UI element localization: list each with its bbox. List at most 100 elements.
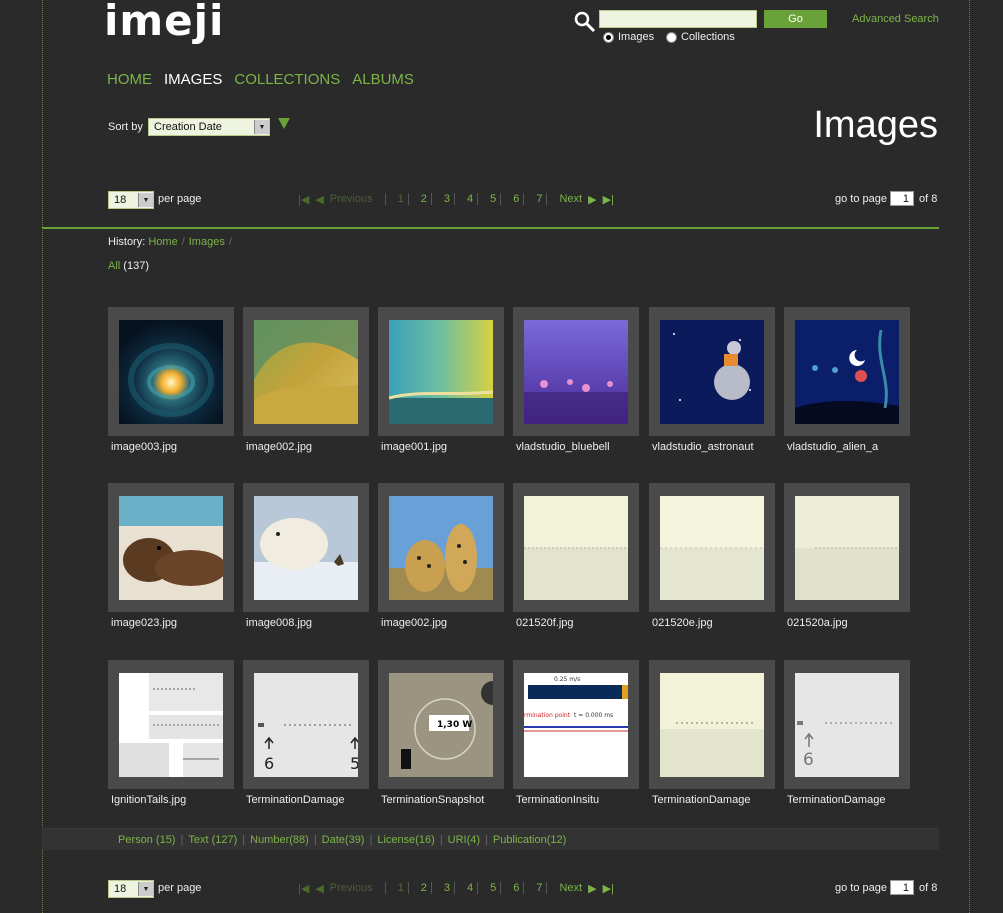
image-caption[interactable]: image023.jpg (111, 617, 237, 629)
breadcrumb-images[interactable]: Images (189, 236, 225, 248)
image-thumbnail[interactable] (108, 483, 234, 612)
goto-page-input[interactable]: 1 (890, 880, 914, 895)
page-link[interactable]: 5 (490, 882, 496, 894)
radio-images-button[interactable] (603, 31, 614, 43)
search-input[interactable] (599, 10, 757, 28)
divider (477, 882, 479, 894)
page-link[interactable]: 6 (513, 882, 519, 894)
page-link[interactable]: 3 (444, 882, 450, 894)
facet-publication[interactable]: Publication(12) (493, 834, 566, 846)
page-link[interactable]: 3 (444, 193, 450, 205)
image-caption[interactable]: TerminationSnapshot (381, 794, 507, 806)
image-thumbnail[interactable] (649, 660, 775, 789)
image-caption[interactable]: IgnitionTails.jpg (111, 794, 237, 806)
advanced-search-link[interactable]: Advanced Search (852, 13, 939, 25)
first-page-icon[interactable]: |◀ (298, 193, 309, 206)
image-thumbnail[interactable]: 0.25 m/s rmination point t = 0.000 ms (513, 660, 639, 789)
sort-select[interactable]: Creation Date ▼ (148, 118, 270, 136)
image-thumbnail[interactable] (649, 483, 775, 612)
nav-collections[interactable]: COLLECTIONS (234, 71, 340, 88)
page-link[interactable]: 5 (490, 193, 496, 205)
image-thumbnail[interactable] (784, 307, 910, 436)
image-thumbnail[interactable] (378, 483, 504, 612)
last-page-icon[interactable]: ▶| (603, 882, 614, 895)
facet-date[interactable]: Date(39) (322, 834, 365, 846)
chevron-down-icon[interactable]: ▼ (138, 193, 153, 207)
first-page-icon[interactable]: |◀ (298, 882, 309, 895)
image-caption[interactable]: image008.jpg (246, 617, 372, 629)
image-caption[interactable]: 021520a.jpg (787, 617, 913, 629)
per-page-select[interactable]: 18 ▼ (108, 191, 154, 209)
page-link[interactable]: 1 (398, 193, 404, 205)
image-thumbnail[interactable] (243, 307, 369, 436)
page-link[interactable]: 2 (421, 193, 427, 205)
filter-all-link[interactable]: All (108, 260, 120, 272)
page-link[interactable]: 7 (536, 882, 542, 894)
nav-images[interactable]: IMAGES (164, 71, 222, 88)
image-caption[interactable]: image002.jpg (246, 441, 372, 453)
image-caption[interactable]: 021520f.jpg (516, 617, 642, 629)
image-thumbnail[interactable] (243, 483, 369, 612)
image-caption[interactable]: vladstudio_astronaut (652, 441, 778, 453)
goto-page-input[interactable]: 1 (890, 191, 914, 206)
image-caption[interactable]: image002.jpg (381, 617, 507, 629)
image-thumbnail[interactable] (108, 307, 234, 436)
image-caption[interactable]: vladstudio_bluebell (516, 441, 642, 453)
image-caption[interactable]: TerminationInsitu (516, 794, 642, 806)
nav-home[interactable]: HOME (107, 71, 152, 88)
page-link[interactable]: 4 (467, 882, 473, 894)
facet-license[interactable]: License(16) (377, 834, 434, 846)
image-thumbnail[interactable]: 6 5 (243, 660, 369, 789)
go-button[interactable]: Go (764, 10, 827, 28)
page-title: Images (813, 104, 938, 146)
divider (523, 193, 525, 205)
prev-page-icon[interactable]: ◀ (315, 193, 323, 206)
image-caption[interactable]: image001.jpg (381, 441, 507, 453)
page-link[interactable]: 2 (421, 882, 427, 894)
last-page-icon[interactable]: ▶| (603, 193, 614, 206)
next-page-icon[interactable]: ▶ (588, 882, 596, 895)
image-caption[interactable]: TerminationDamage (787, 794, 913, 806)
page-link[interactable]: 7 (536, 193, 542, 205)
next-link[interactable]: Next (559, 882, 582, 894)
page-link[interactable]: 1 (398, 882, 404, 894)
sort-order-icon[interactable] (278, 118, 290, 129)
facet-uri[interactable]: URI(4) (448, 834, 480, 846)
previous-link[interactable]: Previous (330, 882, 373, 894)
chevron-down-icon[interactable]: ▼ (138, 882, 153, 896)
page-link[interactable]: 4 (467, 193, 473, 205)
image-thumbnail[interactable] (108, 660, 234, 789)
per-page-value: 18 (114, 883, 127, 895)
image-thumbnail[interactable] (513, 483, 639, 612)
nav-albums[interactable]: ALBUMS (352, 71, 414, 88)
image-caption[interactable]: TerminationDamage (246, 794, 372, 806)
chevron-down-icon[interactable]: ▼ (254, 120, 269, 134)
image-caption[interactable]: vladstudio_alien_a (787, 441, 913, 453)
image-caption[interactable]: image003.jpg (111, 441, 237, 453)
goto-label: go to page (835, 882, 887, 894)
radio-images[interactable]: Images (603, 31, 654, 43)
previous-link[interactable]: Previous (330, 193, 373, 205)
radio-collections[interactable]: Collections (666, 31, 735, 43)
next-page-icon[interactable]: ▶ (588, 193, 596, 206)
image-thumbnail[interactable]: 6 (784, 660, 910, 789)
image-thumbnail[interactable] (378, 307, 504, 436)
prev-page-icon[interactable]: ◀ (315, 882, 323, 895)
radio-collections-button[interactable] (666, 31, 677, 43)
divider (546, 193, 548, 205)
facet-number[interactable]: Number(88) (250, 834, 309, 846)
image-caption[interactable]: 021520e.jpg (652, 617, 778, 629)
site-logo[interactable]: imeji (104, 0, 224, 45)
page-link[interactable]: 6 (513, 193, 519, 205)
image-thumbnail[interactable] (649, 307, 775, 436)
next-link[interactable]: Next (559, 193, 582, 205)
image-thumbnail[interactable] (513, 307, 639, 436)
breadcrumb-home[interactable]: Home (148, 236, 177, 248)
facet-person[interactable]: Person (15) (118, 834, 175, 846)
image-thumbnail[interactable] (784, 483, 910, 612)
thumbnail-image: 0.25 m/s rmination point t = 0.000 ms (524, 673, 628, 777)
facet-text[interactable]: Text (127) (188, 834, 237, 846)
image-thumbnail[interactable]: 1,30 W (378, 660, 504, 789)
per-page-select[interactable]: 18 ▼ (108, 880, 154, 898)
image-caption[interactable]: TerminationDamage (652, 794, 778, 806)
